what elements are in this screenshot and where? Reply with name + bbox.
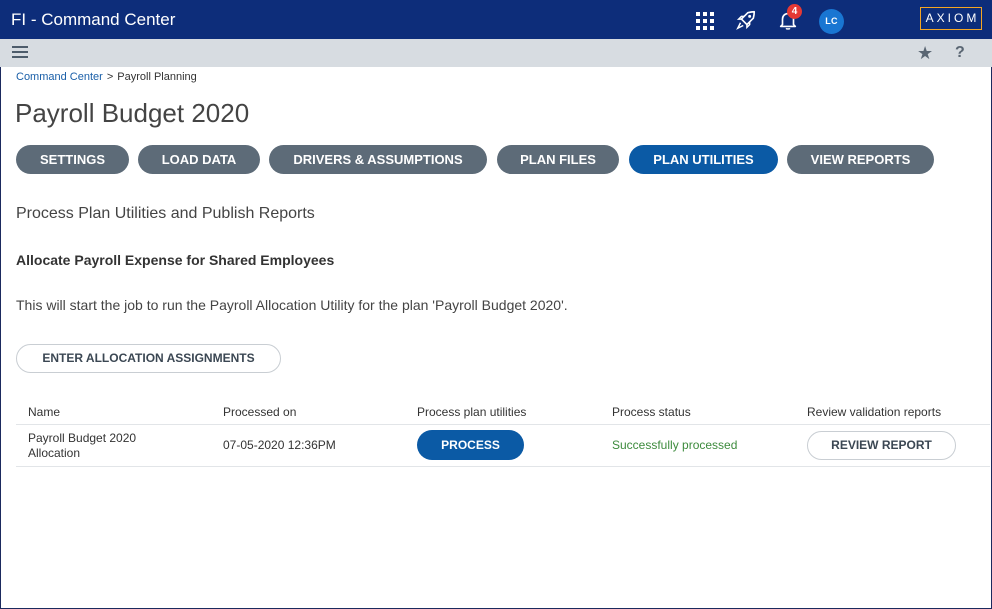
process-button[interactable]: PROCESS [417, 430, 524, 460]
column-header-name: Name [28, 405, 61, 419]
tab-settings[interactable]: SETTINGS [16, 145, 129, 174]
row-processed-on: 07-05-2020 12:36PM [223, 438, 336, 452]
column-header-processed-on: Processed on [223, 405, 297, 419]
star-icon[interactable]: ★ [917, 43, 933, 64]
table-row: Payroll Budget 2020 Allocation 07-05-202… [16, 425, 990, 467]
top-bar: FI - Command Center 4 LC AXIOM [0, 0, 992, 39]
secondary-toolbar: ★ ? [0, 39, 992, 67]
review-report-button[interactable]: REVIEW REPORT [807, 431, 956, 460]
enter-allocation-assignments-button[interactable]: ENTER ALLOCATION ASSIGNMENTS [16, 344, 281, 373]
column-header-review-reports: Review validation reports [807, 405, 942, 419]
notification-badge: 4 [787, 4, 802, 19]
table-header: Name Processed on Process plan utilities… [16, 399, 990, 425]
description-text: This will start the job to run the Payro… [16, 297, 568, 313]
row-status: Successfully processed [612, 438, 738, 452]
tab-load-data[interactable]: LOAD DATA [138, 145, 260, 174]
section-title: Process Plan Utilities and Publish Repor… [16, 205, 315, 222]
tab-plan-files[interactable]: PLAN FILES [497, 145, 619, 174]
breadcrumb-payroll-planning: Payroll Planning [117, 71, 197, 83]
column-header-process-status: Process status [612, 405, 691, 419]
column-header-process-plan-utilities: Process plan utilities [417, 405, 527, 419]
apps-grid-icon[interactable] [696, 12, 714, 30]
rocket-icon[interactable] [735, 9, 757, 31]
tab-drivers-assumptions[interactable]: DRIVERS & ASSUMPTIONS [269, 145, 487, 174]
utilities-table: Name Processed on Process plan utilities… [16, 399, 990, 467]
row-name: Payroll Budget 2020 Allocation [28, 431, 137, 460]
breadcrumb-separator: > [106, 71, 114, 83]
breadcrumb: Command Center > Payroll Planning [16, 71, 197, 83]
axiom-logo: AXIOM [920, 7, 982, 30]
help-icon[interactable]: ? [955, 44, 965, 62]
page-title: Payroll Budget 2020 [15, 98, 250, 128]
user-avatar[interactable]: LC [819, 9, 844, 34]
hamburger-menu-icon[interactable] [12, 46, 28, 60]
app-title: FI - Command Center [11, 10, 176, 29]
breadcrumb-command-center[interactable]: Command Center [16, 71, 103, 83]
tab-plan-utilities[interactable]: PLAN UTILITIES [629, 145, 778, 174]
tab-view-reports[interactable]: VIEW REPORTS [787, 145, 934, 174]
sub-heading: Allocate Payroll Expense for Shared Empl… [16, 252, 335, 268]
